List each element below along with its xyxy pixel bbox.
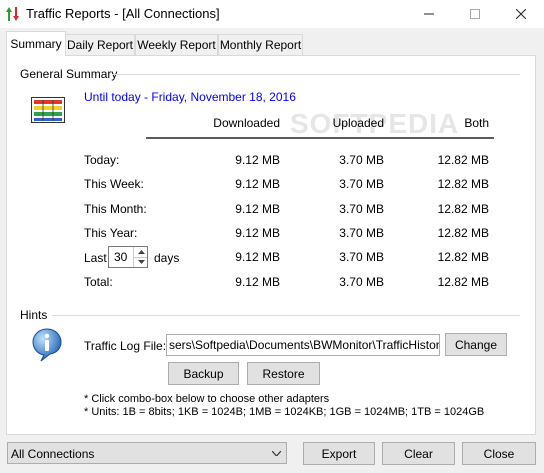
- chevron-up-icon: [137, 250, 145, 254]
- week-uploaded: 3.70 MB: [339, 177, 384, 191]
- last-downloaded: 9.12 MB: [235, 250, 280, 264]
- month-both: 12.82 MB: [437, 202, 489, 216]
- today-uploaded: 3.70 MB: [339, 153, 384, 167]
- col-uploaded: Uploaded: [332, 116, 384, 130]
- minimize-icon: [424, 13, 434, 15]
- export-button[interactable]: Export: [303, 442, 375, 465]
- row-label-total: Total:: [84, 275, 113, 289]
- clear-button[interactable]: Clear: [382, 442, 455, 465]
- maximize-button[interactable]: [452, 0, 498, 28]
- group-divider: [112, 74, 520, 75]
- tab-monthly-report[interactable]: Monthly Report: [218, 34, 303, 55]
- total-downloaded: 9.12 MB: [235, 275, 280, 289]
- today-downloaded: 9.12 MB: [235, 153, 280, 167]
- days-suffix: days: [154, 251, 180, 265]
- adapter-combo[interactable]: All Connections: [7, 442, 287, 464]
- chevron-down-icon: [137, 260, 145, 264]
- backup-button[interactable]: Backup: [168, 362, 239, 385]
- year-uploaded: 3.70 MB: [339, 226, 384, 240]
- row-label-this-week: This Week:: [84, 177, 144, 191]
- maximize-icon: [470, 9, 480, 19]
- year-downloaded: 9.12 MB: [235, 226, 280, 240]
- last-uploaded: 3.70 MB: [339, 250, 384, 264]
- row-label-this-month: This Month:: [84, 202, 147, 216]
- total-uploaded: 3.70 MB: [339, 275, 384, 289]
- month-uploaded: 3.70 MB: [339, 202, 384, 216]
- restore-button[interactable]: Restore: [247, 362, 320, 385]
- today-both: 12.82 MB: [437, 153, 489, 167]
- row-label-today: Today:: [84, 153, 120, 167]
- log-file-label: Traffic Log File:: [84, 339, 167, 353]
- minimize-button[interactable]: [406, 0, 452, 28]
- adapter-selected: All Connections: [11, 447, 95, 461]
- month-downloaded: 9.12 MB: [235, 202, 280, 216]
- tab-daily-report[interactable]: Daily Report: [65, 34, 135, 55]
- row-label-this-year: This Year:: [84, 226, 138, 240]
- row-label-last: Last: [84, 251, 107, 265]
- hint-units: * Units: 1B = 8bits; 1KB = 1024B; 1MB = …: [84, 406, 485, 418]
- close-button[interactable]: Close: [462, 442, 536, 465]
- title-bar: Traffic Reports - [All Connections]: [0, 0, 544, 28]
- close-window-button[interactable]: [498, 0, 544, 28]
- tab-summary[interactable]: Summary: [6, 31, 66, 56]
- col-both: Both: [464, 116, 489, 130]
- week-downloaded: 9.12 MB: [235, 177, 280, 191]
- header-rule: [146, 137, 494, 139]
- hints-title: Hints: [20, 308, 48, 322]
- traffic-arrows-icon: [6, 7, 19, 21]
- chevron-down-icon: [272, 451, 281, 456]
- year-both: 12.82 MB: [437, 226, 489, 240]
- hint-combo: * Click combo-box below to choose other …: [84, 393, 330, 405]
- tab-weekly-report[interactable]: Weekly Report: [135, 34, 218, 55]
- last-days-value: 30: [114, 250, 128, 264]
- log-file-path-field[interactable]: sers\Softpedia\Documents\BWMonitor\Traff…: [166, 334, 440, 356]
- col-downloaded: Downloaded: [213, 116, 280, 130]
- last-days-spinner[interactable]: 30: [108, 246, 148, 268]
- total-both: 12.82 MB: [437, 275, 489, 289]
- close-icon: [516, 9, 526, 19]
- change-button[interactable]: Change: [445, 333, 507, 356]
- week-both: 12.82 MB: [437, 177, 489, 191]
- window-title: Traffic Reports - [All Connections]: [26, 6, 220, 21]
- info-bubble-icon: [32, 328, 62, 362]
- hints-divider: [52, 315, 520, 316]
- spin-down-button[interactable]: [133, 257, 147, 267]
- general-summary-title: General Summary: [20, 67, 118, 81]
- date-heading: Until today - Friday, November 18, 2016: [84, 90, 296, 104]
- report-table-icon: [31, 97, 65, 123]
- last-both: 12.82 MB: [437, 250, 489, 264]
